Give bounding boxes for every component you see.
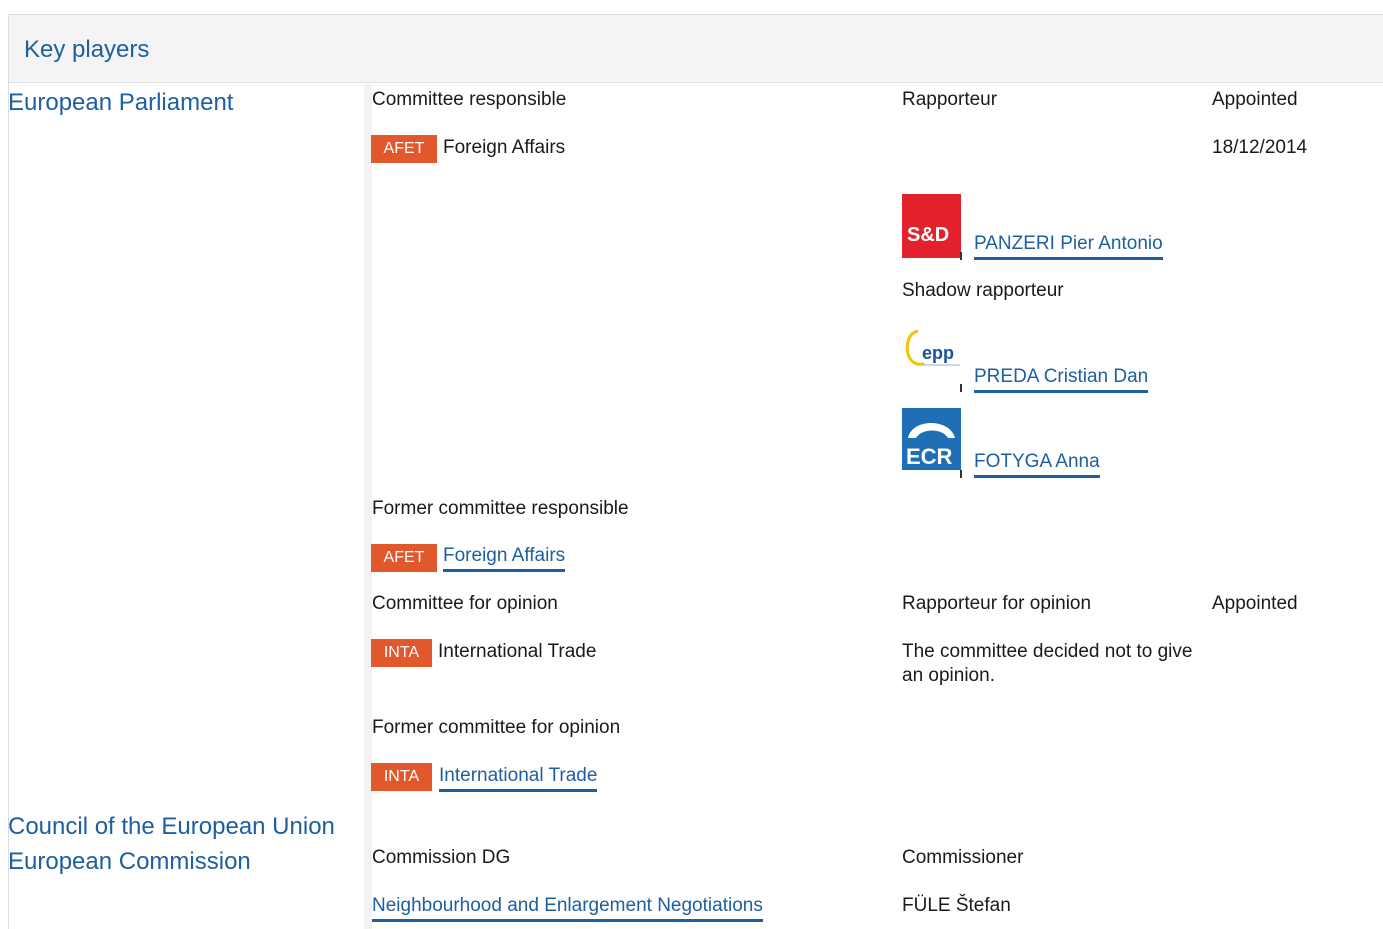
committee-name-inta: International Trade xyxy=(438,641,597,662)
col-rapporteur: Rapporteur xyxy=(902,89,998,110)
former-committee-link-inta[interactable]: International Trade xyxy=(439,764,598,792)
epp-group-logo: epp xyxy=(902,323,961,389)
col-appointed: Appointed xyxy=(1212,89,1298,110)
former-committee-responsible-label: Former committee responsible xyxy=(372,498,629,519)
commission-dg-link[interactable]: Neighbourhood and Enlargement Negotiatio… xyxy=(372,894,763,922)
opinion-note: The committee decided not to give an opi… xyxy=(902,641,1193,686)
shadow-link-preda[interactable]: PREDA Cristian Dan xyxy=(974,365,1149,393)
shadow-link-fotyga[interactable]: FOTYGA Anna xyxy=(974,450,1100,478)
committee-badge-afet: AFET xyxy=(371,135,437,163)
ecr-logo-graphic: ECR xyxy=(906,423,955,469)
sd-group-logo: S&D xyxy=(902,194,961,258)
commissioner-name: FÜLE Štefan xyxy=(902,895,1011,916)
shadow-rapporteur-label: Shadow rapporteur xyxy=(902,280,1064,301)
column-separator xyxy=(364,84,372,929)
key-players-panel xyxy=(8,14,1383,929)
epp-logo-graphic: epp xyxy=(905,329,960,366)
logo-tick xyxy=(960,252,962,260)
committee-badge-inta: INTA xyxy=(371,639,432,667)
col-appointed-opinion: Appointed xyxy=(1212,593,1298,614)
logo-tick xyxy=(960,384,962,392)
section-header xyxy=(9,15,1383,83)
col-committee-responsible: Committee responsible xyxy=(372,89,567,110)
ecr-logo-text: ECR xyxy=(906,444,953,469)
committee-name-afet: Foreign Affairs xyxy=(443,137,566,158)
epp-logo-text: epp xyxy=(922,343,954,363)
appointed-date: 18/12/2014 xyxy=(1212,137,1308,158)
col-commissioner: Commissioner xyxy=(902,847,1024,868)
col-commission-dg: Commission DG xyxy=(372,847,511,868)
col-rapporteur-opinion: Rapporteur for opinion xyxy=(902,593,1092,614)
sd-logo-text: S&D xyxy=(907,224,950,246)
institution-commission: European Commission xyxy=(8,848,251,875)
committee-badge-inta-former: INTA xyxy=(371,763,432,791)
former-committee-opinion-label: Former committee for opinion xyxy=(372,717,621,738)
former-committee-link-afet[interactable]: Foreign Affairs xyxy=(443,544,566,572)
institution-european-parliament: European Parliament xyxy=(8,89,234,116)
ecr-group-logo: ECR xyxy=(902,408,961,470)
rapporteur-link-panzeri[interactable]: PANZERI Pier Antonio xyxy=(974,232,1163,260)
institution-council: Council of the European Union xyxy=(8,813,335,840)
logo-tick xyxy=(960,470,962,478)
col-committee-opinion: Committee for opinion xyxy=(372,593,558,614)
section-title: Key players xyxy=(24,36,150,63)
committee-badge-afet-former: AFET xyxy=(371,544,437,572)
